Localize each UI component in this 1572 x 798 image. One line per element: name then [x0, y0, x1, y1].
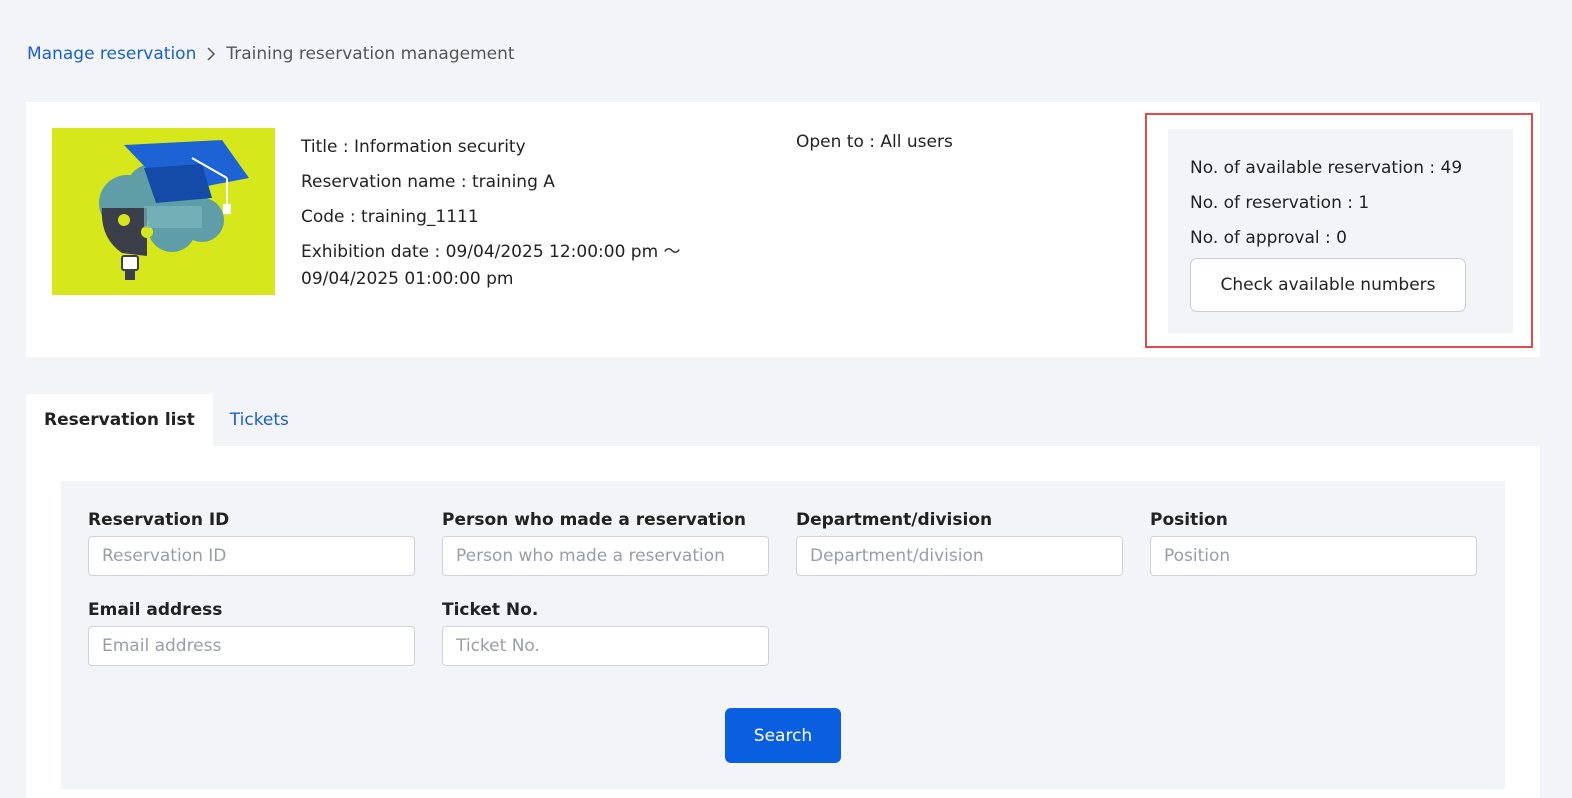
email-input[interactable]: [88, 626, 415, 666]
check-available-numbers-button[interactable]: Check available numbers: [1190, 258, 1466, 312]
training-code: Code : training_1111: [301, 207, 479, 227]
reservation-stats: No. of available reservation : 49 No. of…: [1168, 129, 1513, 333]
position-field: Position: [1150, 509, 1477, 576]
department-input[interactable]: [796, 536, 1123, 576]
position-label: Position: [1150, 510, 1228, 530]
ticket-no-field: Ticket No.: [442, 599, 769, 666]
exhibition-date: Exhibition date : 09/04/2025 12:00:00 pm…: [301, 235, 681, 293]
page: Manage reservation Training reservation …: [0, 0, 1572, 798]
graduation-cap-icon: [99, 140, 249, 280]
training-thumbnail: [52, 128, 275, 295]
reservation-id-label: Reservation ID: [88, 510, 230, 530]
reserver-field: Person who made a reservation: [442, 509, 769, 576]
reservation-name: Reservation name : training A: [301, 172, 555, 192]
breadcrumb-current: Training reservation management: [226, 44, 515, 64]
search-button[interactable]: Search: [725, 708, 841, 763]
search-form: Reservation ID Person who made a reserva…: [61, 481, 1505, 789]
exhibition-date-end: 09/04/2025 01:00:00 pm: [301, 269, 514, 289]
tab-tickets[interactable]: Tickets: [213, 394, 307, 446]
reserver-input[interactable]: [442, 536, 769, 576]
reservation-id-input[interactable]: [88, 536, 415, 576]
training-info-card: Title : Information security Reservation…: [26, 102, 1540, 357]
breadcrumb-link-manage-reservation[interactable]: Manage reservation: [27, 44, 196, 64]
open-to: Open to : All users: [796, 132, 953, 152]
ticket-no-label: Ticket No.: [442, 600, 539, 620]
ticket-no-input[interactable]: [442, 626, 769, 666]
email-label: Email address: [88, 600, 223, 620]
tab-bar: Reservation list Tickets: [26, 394, 307, 446]
training-title: Title : Information security: [301, 137, 526, 157]
available-reservation-count: No. of available reservation : 49: [1190, 158, 1463, 178]
email-field: Email address: [88, 599, 415, 666]
training-details: Title : Information security Reservation…: [301, 130, 681, 293]
reservation-id-field: Reservation ID: [88, 509, 415, 576]
department-field: Department/division: [796, 509, 1123, 576]
reserver-label: Person who made a reservation: [442, 510, 747, 530]
department-label: Department/division: [796, 510, 993, 530]
stats-highlight-box: No. of available reservation : 49 No. of…: [1145, 113, 1533, 348]
approval-count: No. of approval : 0: [1190, 228, 1347, 248]
reservation-count: No. of reservation : 1: [1190, 193, 1370, 213]
breadcrumb: Manage reservation Training reservation …: [27, 43, 515, 65]
exhibition-date-start: Exhibition date : 09/04/2025 12:00:00 pm…: [301, 242, 681, 262]
tab-reservation-list[interactable]: Reservation list: [26, 394, 213, 446]
chevron-right-icon: [202, 43, 222, 65]
position-input[interactable]: [1150, 536, 1477, 576]
reservation-list-panel: Reservation ID Person who made a reserva…: [26, 446, 1540, 798]
